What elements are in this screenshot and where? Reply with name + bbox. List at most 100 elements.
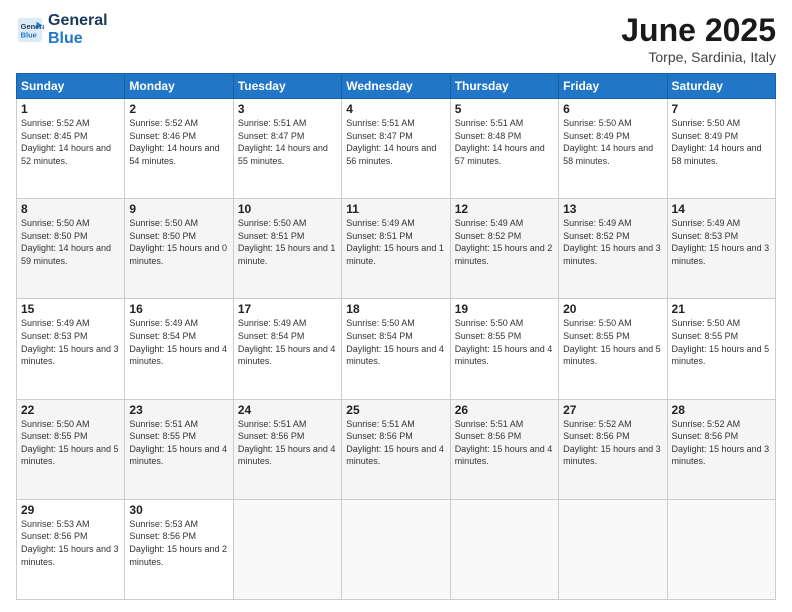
day-info: Sunrise: 5:49 AMSunset: 8:52 PMDaylight:…	[455, 218, 553, 266]
day-number: 14	[672, 202, 771, 216]
day-number: 8	[21, 202, 120, 216]
calendar-cell: 3 Sunrise: 5:51 AMSunset: 8:47 PMDayligh…	[233, 99, 341, 199]
calendar-table: SundayMondayTuesdayWednesdayThursdayFrid…	[16, 73, 776, 600]
day-info: Sunrise: 5:51 AMSunset: 8:56 PMDaylight:…	[238, 419, 336, 467]
calendar-cell: 24 Sunrise: 5:51 AMSunset: 8:56 PMDaylig…	[233, 399, 341, 499]
day-number: 30	[129, 503, 228, 517]
day-info: Sunrise: 5:53 AMSunset: 8:56 PMDaylight:…	[21, 519, 119, 567]
day-info: Sunrise: 5:49 AMSunset: 8:51 PMDaylight:…	[346, 218, 444, 266]
day-info: Sunrise: 5:50 AMSunset: 8:50 PMDaylight:…	[21, 218, 111, 266]
day-number: 25	[346, 403, 445, 417]
day-number: 3	[238, 102, 337, 116]
day-info: Sunrise: 5:49 AMSunset: 8:53 PMDaylight:…	[672, 218, 770, 266]
day-number: 28	[672, 403, 771, 417]
weekday-tuesday: Tuesday	[233, 74, 341, 99]
day-info: Sunrise: 5:50 AMSunset: 8:51 PMDaylight:…	[238, 218, 336, 266]
day-number: 22	[21, 403, 120, 417]
day-number: 18	[346, 302, 445, 316]
day-number: 27	[563, 403, 662, 417]
day-info: Sunrise: 5:49 AMSunset: 8:54 PMDaylight:…	[238, 318, 336, 366]
day-number: 4	[346, 102, 445, 116]
calendar-cell: 1 Sunrise: 5:52 AMSunset: 8:45 PMDayligh…	[17, 99, 125, 199]
weekday-thursday: Thursday	[450, 74, 558, 99]
calendar-cell: 13 Sunrise: 5:49 AMSunset: 8:52 PMDaylig…	[559, 199, 667, 299]
calendar-cell: 23 Sunrise: 5:51 AMSunset: 8:55 PMDaylig…	[125, 399, 233, 499]
weekday-wednesday: Wednesday	[342, 74, 450, 99]
day-info: Sunrise: 5:51 AMSunset: 8:56 PMDaylight:…	[346, 419, 444, 467]
day-info: Sunrise: 5:50 AMSunset: 8:55 PMDaylight:…	[455, 318, 553, 366]
day-number: 15	[21, 302, 120, 316]
day-info: Sunrise: 5:52 AMSunset: 8:45 PMDaylight:…	[21, 118, 111, 166]
day-number: 7	[672, 102, 771, 116]
day-info: Sunrise: 5:50 AMSunset: 8:55 PMDaylight:…	[563, 318, 661, 366]
day-number: 10	[238, 202, 337, 216]
day-info: Sunrise: 5:50 AMSunset: 8:55 PMDaylight:…	[21, 419, 119, 467]
day-info: Sunrise: 5:53 AMSunset: 8:56 PMDaylight:…	[129, 519, 227, 567]
day-info: Sunrise: 5:51 AMSunset: 8:48 PMDaylight:…	[455, 118, 545, 166]
calendar-cell: 17 Sunrise: 5:49 AMSunset: 8:54 PMDaylig…	[233, 299, 341, 399]
weekday-saturday: Saturday	[667, 74, 775, 99]
calendar-cell: 12 Sunrise: 5:49 AMSunset: 8:52 PMDaylig…	[450, 199, 558, 299]
calendar-cell: 6 Sunrise: 5:50 AMSunset: 8:49 PMDayligh…	[559, 99, 667, 199]
day-number: 2	[129, 102, 228, 116]
calendar-cell: 8 Sunrise: 5:50 AMSunset: 8:50 PMDayligh…	[17, 199, 125, 299]
calendar-cell: 10 Sunrise: 5:50 AMSunset: 8:51 PMDaylig…	[233, 199, 341, 299]
day-number: 29	[21, 503, 120, 517]
calendar-cell	[559, 499, 667, 599]
logo-text: General Blue	[48, 12, 108, 47]
day-number: 20	[563, 302, 662, 316]
day-info: Sunrise: 5:49 AMSunset: 8:54 PMDaylight:…	[129, 318, 227, 366]
calendar-cell: 11 Sunrise: 5:49 AMSunset: 8:51 PMDaylig…	[342, 199, 450, 299]
day-info: Sunrise: 5:50 AMSunset: 8:49 PMDaylight:…	[672, 118, 762, 166]
day-info: Sunrise: 5:52 AMSunset: 8:56 PMDaylight:…	[563, 419, 661, 467]
day-number: 13	[563, 202, 662, 216]
calendar-cell: 21 Sunrise: 5:50 AMSunset: 8:55 PMDaylig…	[667, 299, 775, 399]
calendar-cell: 7 Sunrise: 5:50 AMSunset: 8:49 PMDayligh…	[667, 99, 775, 199]
calendar-cell: 25 Sunrise: 5:51 AMSunset: 8:56 PMDaylig…	[342, 399, 450, 499]
calendar-cell: 9 Sunrise: 5:50 AMSunset: 8:50 PMDayligh…	[125, 199, 233, 299]
calendar-cell: 22 Sunrise: 5:50 AMSunset: 8:55 PMDaylig…	[17, 399, 125, 499]
calendar-cell: 20 Sunrise: 5:50 AMSunset: 8:55 PMDaylig…	[559, 299, 667, 399]
day-info: Sunrise: 5:50 AMSunset: 8:50 PMDaylight:…	[129, 218, 227, 266]
day-info: Sunrise: 5:50 AMSunset: 8:49 PMDaylight:…	[563, 118, 653, 166]
calendar-cell: 19 Sunrise: 5:50 AMSunset: 8:55 PMDaylig…	[450, 299, 558, 399]
calendar-cell: 27 Sunrise: 5:52 AMSunset: 8:56 PMDaylig…	[559, 399, 667, 499]
calendar-cell	[450, 499, 558, 599]
day-info: Sunrise: 5:49 AMSunset: 8:53 PMDaylight:…	[21, 318, 119, 366]
weekday-monday: Monday	[125, 74, 233, 99]
day-number: 1	[21, 102, 120, 116]
day-info: Sunrise: 5:51 AMSunset: 8:47 PMDaylight:…	[346, 118, 436, 166]
calendar-cell: 15 Sunrise: 5:49 AMSunset: 8:53 PMDaylig…	[17, 299, 125, 399]
title-block: June 2025 Torpe, Sardinia, Italy	[621, 12, 776, 65]
calendar-cell: 4 Sunrise: 5:51 AMSunset: 8:47 PMDayligh…	[342, 99, 450, 199]
day-info: Sunrise: 5:52 AMSunset: 8:56 PMDaylight:…	[672, 419, 770, 467]
day-number: 16	[129, 302, 228, 316]
day-number: 11	[346, 202, 445, 216]
calendar-cell: 26 Sunrise: 5:51 AMSunset: 8:56 PMDaylig…	[450, 399, 558, 499]
day-info: Sunrise: 5:51 AMSunset: 8:55 PMDaylight:…	[129, 419, 227, 467]
calendar-cell	[667, 499, 775, 599]
calendar-cell	[233, 499, 341, 599]
day-info: Sunrise: 5:50 AMSunset: 8:54 PMDaylight:…	[346, 318, 444, 366]
day-number: 12	[455, 202, 554, 216]
weekday-friday: Friday	[559, 74, 667, 99]
calendar-cell: 28 Sunrise: 5:52 AMSunset: 8:56 PMDaylig…	[667, 399, 775, 499]
day-info: Sunrise: 5:52 AMSunset: 8:46 PMDaylight:…	[129, 118, 219, 166]
logo-icon: General Blue	[16, 16, 44, 44]
day-info: Sunrise: 5:50 AMSunset: 8:55 PMDaylight:…	[672, 318, 770, 366]
day-info: Sunrise: 5:51 AMSunset: 8:47 PMDaylight:…	[238, 118, 328, 166]
day-number: 23	[129, 403, 228, 417]
day-number: 21	[672, 302, 771, 316]
day-number: 24	[238, 403, 337, 417]
day-number: 19	[455, 302, 554, 316]
day-number: 26	[455, 403, 554, 417]
day-number: 5	[455, 102, 554, 116]
calendar-cell: 30 Sunrise: 5:53 AMSunset: 8:56 PMDaylig…	[125, 499, 233, 599]
calendar-cell	[342, 499, 450, 599]
svg-text:Blue: Blue	[21, 30, 37, 39]
calendar-cell: 14 Sunrise: 5:49 AMSunset: 8:53 PMDaylig…	[667, 199, 775, 299]
day-info: Sunrise: 5:49 AMSunset: 8:52 PMDaylight:…	[563, 218, 661, 266]
calendar-page: General Blue General Blue June 2025 Torp…	[0, 0, 792, 612]
calendar-subtitle: Torpe, Sardinia, Italy	[621, 49, 776, 65]
weekday-header-row: SundayMondayTuesdayWednesdayThursdayFrid…	[17, 74, 776, 99]
